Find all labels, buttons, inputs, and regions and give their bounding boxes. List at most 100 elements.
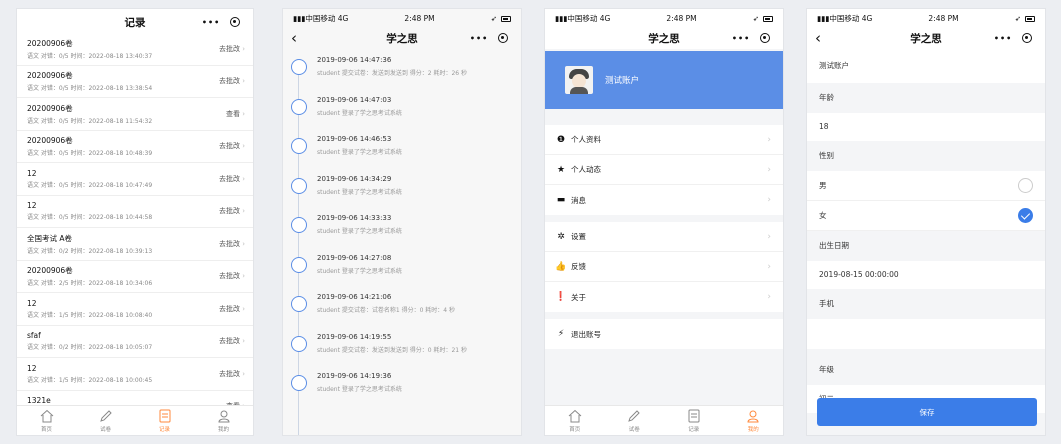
nav-bar: ‹ 学之思 ••• [807, 27, 1045, 49]
timeline-item: 2019-09-06 14:34:29 student 登录了学之思考试系统 [283, 170, 521, 210]
more-icon[interactable]: ••• [202, 18, 220, 27]
tab-mine[interactable]: 我的 [194, 406, 253, 435]
page-title: 学之思 [648, 32, 680, 45]
tab-exam[interactable]: 试卷 [605, 406, 665, 435]
gender-male-label: 男 [819, 181, 827, 190]
phone-field[interactable] [807, 319, 1045, 349]
record-action-link[interactable]: 去批改 [219, 174, 245, 184]
tab-records[interactable]: 记录 [135, 406, 194, 435]
record-row[interactable]: 全国考试 A卷 语文 对错：0/2 时间：2022-08-18 10:39:13 去… [17, 228, 253, 261]
info-icon: ❶ [556, 134, 566, 145]
capsule-menu[interactable]: ••• [197, 14, 245, 30]
home-icon [568, 409, 582, 423]
capsule-menu[interactable]: ••• [989, 30, 1037, 46]
record-action-link[interactable]: 去批改 [219, 304, 245, 314]
more-icon[interactable]: ••• [732, 34, 750, 43]
status-bar: ▮▮▮中国移动 4G 2:48 PM ➶ [283, 9, 521, 27]
tab-records[interactable]: 记录 [664, 406, 724, 435]
status-bar: ▮▮▮中国移动 4G 2:48 PM ➶ [807, 9, 1045, 27]
timeline-desc: student 提交试卷：发送到发送到 得分：0 耗时：21 秒 [317, 346, 468, 354]
tab-mine-label: 我的 [747, 427, 759, 433]
record-action-link[interactable]: 去批改 [219, 76, 245, 86]
record-action-link[interactable]: 查看 [226, 109, 245, 119]
record-row[interactable]: 12 语文 对错：1/5 时间：2022-08-18 10:00:45 去批改 [17, 358, 253, 391]
radio-male[interactable] [1018, 178, 1033, 193]
record-action-link[interactable]: 去批改 [219, 369, 245, 379]
gender-option-female[interactable]: 女 [807, 201, 1045, 231]
timeline-time: 2019-09-06 14:21:06 [317, 293, 392, 301]
record-action-link[interactable]: 去批改 [219, 141, 245, 151]
record-name: 20200906卷 [27, 71, 73, 81]
record-meta: 语文 对错：1/5 时间：2022-08-18 10:00:45 [27, 376, 153, 384]
close-mini-program-icon[interactable] [760, 33, 771, 43]
record-row[interactable]: 20200906卷 语文 对错：0/5 时间：2022-08-18 11:54:3… [17, 98, 253, 131]
nav-bar: 学之思 ••• [545, 27, 783, 49]
timeline-desc: student 登录了学之思考试系统 [317, 228, 402, 235]
menu-group-system: ✲ 设置 › 👍 反馈 › ❗ 关于 › [545, 222, 783, 312]
timeline-time: 2019-09-06 14:27:08 [317, 253, 392, 262]
timeline-dot [291, 335, 307, 352]
profile-header[interactable]: 测试账户 [545, 51, 783, 109]
profile-screen: ▮▮▮中国移动 4G 2:48 PM ➶ 学之思 ••• 测试账户 ❶ 个人资料 ›… [544, 8, 784, 436]
record-row[interactable]: 20200906卷 语文 对错：2/5 时间：2022-08-18 10:34:0… [17, 261, 253, 293]
timeline-item: 2019-09-06 14:47:03 student 登录了学之思考试系统 [283, 91, 521, 131]
back-icon[interactable]: ‹ [815, 27, 821, 49]
avatar[interactable] [565, 66, 593, 94]
back-icon[interactable]: ‹ [291, 27, 297, 49]
timeline-dot [291, 138, 307, 154]
capsule-menu[interactable]: ••• [465, 30, 513, 46]
message-icon: ▬ [556, 195, 566, 205]
menu-item-thumbs-up[interactable]: 👍 反馈 › [545, 252, 783, 282]
more-icon[interactable]: ••• [994, 34, 1012, 43]
age-field[interactable]: 18 [807, 113, 1045, 141]
record-info: 20200906卷 语文 对错：0/5 时间：2022-08-18 13:38:5… [27, 70, 152, 92]
tab-exam[interactable]: 试卷 [76, 406, 135, 435]
logout-button[interactable]: ⚡ 退出账号 [545, 319, 783, 349]
name-field[interactable]: 测试账户 [807, 49, 1045, 83]
menu-item-about[interactable]: ❗ 关于 › [545, 282, 783, 312]
record-row[interactable]: 12 语文 对错：0/5 时间：2022-08-18 10:44:58 去批改 [17, 196, 253, 228]
close-mini-program-icon[interactable] [498, 33, 509, 43]
user-icon [747, 410, 759, 423]
tab-home[interactable]: 首页 [17, 406, 76, 435]
record-row[interactable]: 20200906卷 语文 对错：0/5 时间：2022-08-18 10:48:3… [17, 131, 253, 163]
record-meta: 语文 对错：0/5 时间：2022-08-18 11:54:32 [27, 117, 153, 125]
record-row[interactable]: 12 语文 对错：0/5 时间：2022-08-18 10:47:49 去批改 [17, 163, 253, 196]
menu-item-label: 设置 [571, 232, 586, 241]
menu-item-gear[interactable]: ✲ 设置 › [545, 222, 783, 252]
menu-item-message[interactable]: ▬ 消息 › [545, 185, 783, 215]
menu-item-label: 个人资料 [571, 135, 601, 144]
gender-label: 性别 [819, 151, 834, 160]
record-action-link[interactable]: 去批改 [219, 271, 245, 281]
capsule-menu[interactable]: ••• [727, 30, 775, 46]
record-action-link[interactable]: 去批改 [219, 239, 245, 249]
more-icon[interactable]: ••• [470, 34, 488, 43]
radio-female[interactable] [1018, 208, 1033, 223]
save-button[interactable]: 保存 [817, 398, 1037, 426]
record-row[interactable]: 12 语文 对错：1/5 时间：2022-08-18 10:08:40 去批改 [17, 293, 253, 326]
record-info: sfaf 语文 对错：0/2 时间：2022-08-18 10:05:07 [27, 331, 152, 351]
record-name: 20200906卷 [27, 136, 73, 146]
record-info: 20200906卷 语文 对错：0/5 时间：2022-08-18 10:48:3… [27, 135, 152, 157]
timeline-desc: student 登录了学之思考试系统 [317, 267, 402, 275]
record-row[interactable]: sfaf 语文 对错：0/2 时间：2022-08-18 10:05:07 去批改 [17, 326, 253, 358]
record-row[interactable]: 20200906卷 语文 对错：0/5 时间：2022-08-18 13:38:5… [17, 66, 253, 98]
page-title: 学之思 [910, 32, 942, 45]
timeline-item: 2019-09-06 14:19:55 student 提交试卷：发送到发送到 得… [283, 328, 521, 368]
record-row[interactable]: 20200906卷 语文 对错：0/5 时间：2022-08-18 13:40:3… [17, 33, 253, 66]
carrier-info: ▮▮▮中国移动 4G [555, 13, 611, 23]
close-mini-program-icon[interactable] [1022, 33, 1033, 43]
birth-label: 出生日期 [819, 241, 849, 250]
gender-option-male[interactable]: 男 [807, 171, 1045, 201]
close-mini-program-icon[interactable] [230, 17, 241, 27]
tab-home[interactable]: 首页 [545, 406, 605, 435]
tab-mine[interactable]: 我的 [724, 406, 784, 435]
menu-item-info[interactable]: ❶ 个人资料 › [545, 125, 783, 155]
gear-icon: ✲ [557, 231, 565, 242]
record-action-link[interactable]: 去批改 [219, 206, 245, 216]
battery-icon: ➶ [753, 14, 773, 23]
birth-field[interactable]: 2019-08-15 00:00:00 [807, 261, 1045, 289]
menu-item-star[interactable]: ★ 个人动态 › [545, 155, 783, 185]
record-action-link[interactable]: 去批改 [219, 44, 245, 54]
record-action-link[interactable]: 去批改 [219, 336, 245, 346]
